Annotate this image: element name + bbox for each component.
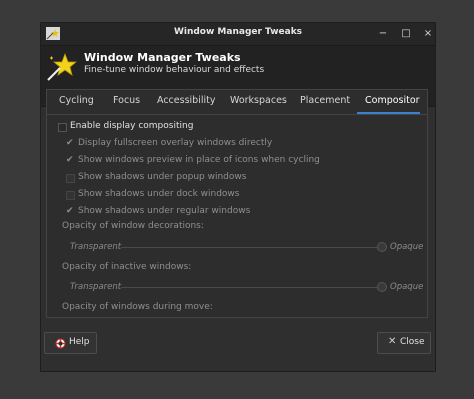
tab-placement[interactable]: Placement	[300, 95, 350, 106]
opacity-inactive-min-label: Transparent	[70, 282, 122, 292]
tab-compositor[interactable]: Compositor	[365, 95, 420, 106]
opacity-decorations-max-label: Opaque	[390, 242, 424, 252]
opacity-move-label: Opacity of windows during move:	[62, 302, 213, 312]
close-window-button[interactable]: ×	[421, 26, 435, 41]
tab-focus[interactable]: Focus	[113, 95, 140, 106]
help-button-label: Help	[69, 337, 90, 347]
active-tab-indicator	[357, 112, 420, 114]
enable-compositing-checkbox[interactable]	[58, 123, 67, 132]
opacity-decorations-slider-handle[interactable]	[377, 242, 387, 252]
close-icon: ✕	[388, 336, 397, 347]
tab-panel: Cycling Focus Accessibility Workspaces P…	[46, 89, 428, 318]
minimize-button[interactable]: −	[376, 26, 390, 41]
check-icon[interactable]: ✔	[66, 138, 74, 148]
check-icon[interactable]: ✔	[66, 155, 74, 165]
option-windows-preview-label: Show windows preview in place of icons w…	[78, 155, 320, 165]
opacity-inactive-label: Opacity of inactive windows:	[62, 262, 192, 272]
popup-shadows-checkbox[interactable]	[66, 174, 75, 183]
tab-cycling[interactable]: Cycling	[59, 95, 94, 106]
tab-accessibility[interactable]: Accessibility	[157, 95, 215, 106]
header-subtitle: Fine-tune window behaviour and effects	[84, 65, 265, 75]
opacity-decorations-min-label: Transparent	[70, 242, 122, 252]
opacity-inactive-slider-handle[interactable]	[377, 282, 387, 292]
window: Window Manager Tweaks − □ × Window Manag…	[40, 22, 436, 372]
maximize-button[interactable]: □	[399, 26, 413, 41]
tab-workspaces[interactable]: Workspaces	[230, 95, 287, 106]
opacity-inactive-max-label: Opaque	[390, 282, 424, 292]
enable-compositing-label: Enable display compositing	[70, 121, 194, 131]
close-button[interactable]: ✕ Close	[377, 332, 431, 354]
help-button[interactable]: Help	[44, 332, 97, 354]
dock-shadows-checkbox[interactable]	[66, 191, 75, 200]
option-popup-shadows-label: Show shadows under popup windows	[78, 172, 247, 182]
tab-bar: Cycling Focus Accessibility Workspaces P…	[47, 90, 427, 115]
opacity-decorations-slider-track[interactable]	[121, 247, 377, 248]
check-icon[interactable]: ✔	[66, 206, 74, 216]
close-button-label: Close	[400, 337, 425, 347]
opacity-inactive-slider-track[interactable]	[121, 287, 377, 288]
opacity-decorations-label: Opacity of window decorations:	[62, 221, 204, 231]
lifebuoy-icon	[55, 338, 66, 349]
option-dock-shadows-label: Show shadows under dock windows	[78, 189, 240, 199]
star-wand-icon	[47, 52, 77, 81]
header-title: Window Manager Tweaks	[84, 51, 241, 64]
option-fullscreen-overlay-label: Display fullscreen overlay windows direc…	[78, 138, 273, 148]
title-bar[interactable]: Window Manager Tweaks − □ ×	[41, 23, 435, 46]
option-regular-shadows-label: Show shadows under regular windows	[78, 206, 251, 216]
